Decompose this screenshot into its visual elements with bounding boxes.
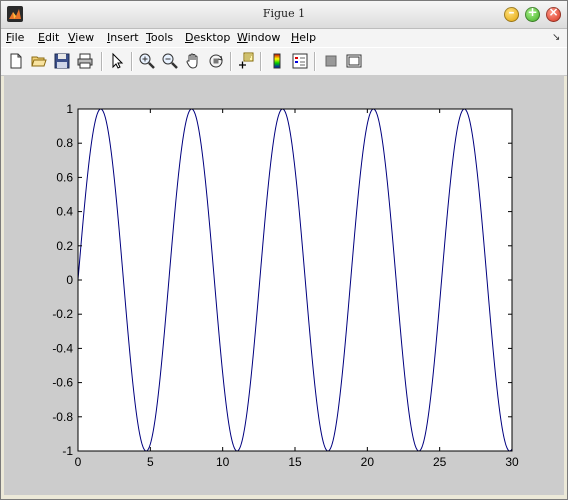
menu-edit[interactable]: Edit <box>38 31 59 44</box>
toolbar-separator <box>314 52 316 71</box>
show-plot-tools-icon[interactable] <box>345 52 363 70</box>
menu-view-rest: iew <box>75 31 95 44</box>
y-tick-label: 0.2 <box>56 239 73 253</box>
y-tick-label: -0.4 <box>52 341 73 355</box>
y-tick-label: 0.8 <box>56 136 73 150</box>
toolbar-separator <box>101 52 103 71</box>
menu-file[interactable]: File <box>6 31 24 44</box>
y-tick-label: -0.2 <box>52 307 73 321</box>
legend-icon[interactable] <box>291 52 309 70</box>
maximize-icon: + <box>527 5 538 19</box>
sine-plot[interactable]: 0 5 10 15 20 25 30 1 0.8 0.6 0.4 0.2 0 -0.2 -0.4 -0.6 -0… <box>4 75 564 495</box>
colorbar-icon[interactable] <box>268 52 286 70</box>
print-icon[interactable] <box>76 52 94 70</box>
menu-window-mnemonic: W <box>237 31 248 44</box>
y-tick-label: -0.8 <box>52 410 73 424</box>
toolbar-separator <box>260 52 262 71</box>
menu-tools[interactable]: Tools <box>146 31 173 44</box>
y-tick-label: 0.6 <box>56 170 73 184</box>
x-tick-label: 5 <box>147 455 154 469</box>
menu-edit-mnemonic: E <box>38 31 45 44</box>
menu-bar: File Edit View Insert Tools Desktop Wind… <box>1 29 567 47</box>
toolbar-separator <box>230 52 232 71</box>
zoom-in-icon[interactable] <box>138 52 156 70</box>
menu-view[interactable]: View <box>68 31 94 44</box>
figure-canvas: 0 5 10 15 20 25 30 1 0.8 0.6 0.4 0.2 0 -0.2 -0.4 -0.6 -0… <box>4 75 564 495</box>
pan-hand-icon[interactable] <box>184 52 202 70</box>
x-tick-label: 0 <box>75 455 82 469</box>
minimize-button[interactable]: – <box>504 5 519 22</box>
x-tick-label: 10 <box>216 455 230 469</box>
menu-tools-rest: ools <box>150 31 174 44</box>
menu-edit-rest: dit <box>44 31 60 44</box>
minimize-icon: – <box>508 5 515 19</box>
y-tick-label: -1 <box>62 444 73 458</box>
open-file-icon[interactable] <box>30 52 48 70</box>
dock-figure-icon[interactable]: ↘ <box>552 32 560 43</box>
figure-toolbar <box>1 47 567 76</box>
edit-plot-arrow-icon[interactable] <box>108 52 126 70</box>
toolbar-separator <box>131 52 133 71</box>
zoom-out-icon[interactable] <box>161 52 179 70</box>
rotate-3d-icon[interactable] <box>207 52 225 70</box>
menu-help[interactable]: Help <box>291 31 316 44</box>
menu-help-rest: elp <box>299 31 317 44</box>
data-cursor-icon[interactable] <box>237 52 255 70</box>
menu-file-rest: ile <box>11 31 25 44</box>
new-figure-icon[interactable] <box>7 52 25 70</box>
y-tick-label: 0 <box>66 273 73 287</box>
menu-desktop[interactable]: Desktop <box>185 31 230 44</box>
save-icon[interactable] <box>53 52 71 70</box>
y-tick-label: -0.6 <box>52 376 73 390</box>
menu-insert-rest: nsert <box>110 31 139 44</box>
x-tick-label: 20 <box>361 455 375 469</box>
menu-window-rest: indow <box>247 31 281 44</box>
menu-insert[interactable]: Insert <box>107 31 139 44</box>
menu-desktop-rest: esktop <box>193 31 231 44</box>
y-tick-label: 0.4 <box>56 205 73 219</box>
x-tick-label: 25 <box>433 455 447 469</box>
close-button[interactable]: × <box>546 5 561 22</box>
menu-window[interactable]: Window <box>237 31 280 44</box>
maximize-button[interactable]: + <box>525 5 540 22</box>
axes-background <box>78 109 512 451</box>
close-icon: × <box>548 5 559 19</box>
figure-window: Figue 1 – + × File Edit View Insert Tool… <box>0 0 568 500</box>
x-tick-label: 15 <box>288 455 302 469</box>
hide-plot-tools-icon[interactable] <box>322 52 340 70</box>
title-bar[interactable]: Figue 1 – + × <box>1 1 567 29</box>
window-title: Figue 1 <box>262 7 306 20</box>
y-tick-label: 1 <box>66 102 73 116</box>
x-tick-label: 30 <box>505 455 519 469</box>
